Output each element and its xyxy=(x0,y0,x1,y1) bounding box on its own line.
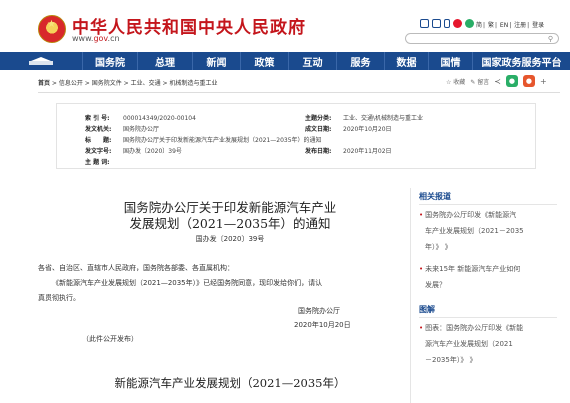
meta-date: 成文日期: 2020年10月20日 xyxy=(305,126,392,133)
article-body-line: 真贯彻执行。 xyxy=(38,294,80,302)
nav-item-national-info[interactable]: 国情 xyxy=(428,52,472,70)
favorite-button[interactable]: ☆ 收藏 xyxy=(446,77,465,86)
share-icon[interactable]: ≺ xyxy=(494,77,501,86)
home-skyline-icon xyxy=(29,57,53,65)
link-simplified[interactable]: 简 xyxy=(476,22,482,29)
sidebar-heading-related: 相关报道 xyxy=(419,192,451,201)
meta-index-no: 索 引 号: 000014349/2020-00104 xyxy=(85,115,196,122)
link-traditional[interactable]: 繁 xyxy=(488,22,494,29)
wechat-share-icon[interactable]: ● xyxy=(505,75,518,87)
mobile-icon[interactable] xyxy=(444,19,450,28)
article-public-note: （此件公开发布） xyxy=(82,335,138,343)
article-body-line: 《新能源汽车产业发展规划（2021—2035年）》已经国务院同意，现印发给你们，… xyxy=(52,279,323,287)
weibo-icon[interactable] xyxy=(453,19,462,28)
breadcrumb: 首页 > 信息公开 > 国务院文件 > 工业、交通 > 机械制造与重工业 xyxy=(38,80,218,87)
breadcrumb-item[interactable]: 信息公开 xyxy=(59,80,83,87)
site-url: www.gov.cn xyxy=(72,34,120,43)
meta-keywords: 主 题 词: xyxy=(85,159,110,166)
sidebar: 相关报道 • 国务院办公厅印发《新能源汽 车产业发展规划（2021－2035 年）… xyxy=(410,188,560,403)
nav-item-state-council[interactable]: 国务院 xyxy=(82,52,137,70)
sidebar-related-link[interactable]: • 未来15年 新能源汽车产业如何 发展？ xyxy=(419,261,559,293)
article-addressee: 各省、自治区、直辖市人民政府，国务院各部委、各直属机构： xyxy=(38,264,234,272)
mail-icon[interactable] xyxy=(420,19,429,28)
nav-item-news[interactable]: 新闻 xyxy=(192,52,240,70)
more-share-icon[interactable]: + xyxy=(540,77,547,86)
link-register[interactable]: 注册 xyxy=(514,22,526,29)
nav-home-button[interactable] xyxy=(0,52,82,70)
comment-button[interactable]: ✎ 留言 xyxy=(470,77,489,86)
meta-category: 主题分类: 工业、交通\机械制造与重工业 xyxy=(305,115,424,122)
sidebar-heading-graphic: 图解 xyxy=(419,305,435,314)
wechat-icon[interactable] xyxy=(465,19,474,28)
nav-item-service-platform[interactable]: 国家政务服务平台 xyxy=(472,52,570,70)
sidebar-graphic-link[interactable]: • 图表：国务院办公厅印发《新能 源汽车产业发展规划（2021 －2035年）》 … xyxy=(419,320,559,368)
nav-item-premier[interactable]: 总理 xyxy=(137,52,192,70)
main-nav: 国务院 总理 新闻 政策 互动 服务 数据 国情 国家政务服务平台 xyxy=(0,52,570,70)
breadcrumb-item[interactable]: 机械制造与重工业 xyxy=(169,80,217,87)
weibo-share-icon[interactable]: ● xyxy=(522,75,535,87)
nav-item-policy[interactable]: 政策 xyxy=(240,52,288,70)
divider xyxy=(38,92,560,93)
meta-issuer: 发文机关: 国务院办公厅 xyxy=(85,126,160,133)
breadcrumb-home[interactable]: 首页 xyxy=(38,80,50,87)
breadcrumb-item[interactable]: 国务院文件 xyxy=(92,80,122,87)
article-doc-number: 国办发〔2020〕39号 xyxy=(195,235,265,243)
nav-item-interaction[interactable]: 互动 xyxy=(288,52,336,70)
meta-pubdate: 发布日期: 2020年11月02日 xyxy=(305,148,392,155)
language-links: 简| 繁| EN| 注册| 登录 xyxy=(476,22,545,29)
breadcrumb-item[interactable]: 工业、交通 xyxy=(131,80,161,87)
meta-subject: 标 题: 国务院办公厅关于印发新能源汽车产业发展规划（2021—2035年）的通知 xyxy=(85,137,322,144)
link-login[interactable]: 登录 xyxy=(532,22,544,29)
meta-docno: 发文字号: 国办发〔2020〕39号 xyxy=(85,148,182,155)
search-icon[interactable]: ⚲ xyxy=(548,35,553,43)
article-sign-date: 2020年10月20日 xyxy=(294,321,351,329)
desktop-icon[interactable] xyxy=(432,19,441,28)
article-signer: 国务院办公厅 xyxy=(298,307,340,315)
top-icon-bar xyxy=(420,19,474,28)
divider xyxy=(419,204,557,205)
nav-item-data[interactable]: 数据 xyxy=(384,52,428,70)
divider xyxy=(419,317,557,318)
national-emblem-icon[interactable] xyxy=(38,15,66,43)
document-meta-table: 索 引 号: 000014349/2020-00104 主题分类: 工业、交通\机械… xyxy=(56,103,536,169)
site-header: 中华人民共和国中央人民政府 www.gov.cn 简| 繁| EN| 注册| 登… xyxy=(0,0,570,52)
article-title: 国务院办公厅关于印发新能源汽车产业 发展规划（2021—2035年）的通知 xyxy=(123,200,337,231)
link-english[interactable]: EN xyxy=(500,22,508,29)
article-section-title: 新能源汽车产业发展规划（2021—2035年） xyxy=(114,376,346,390)
sidebar-related-link[interactable]: • 国务院办公厅印发《新能源汽 车产业发展规划（2021－2035 年）》 》 xyxy=(419,207,559,255)
search-input[interactable]: ⚲ xyxy=(405,33,559,44)
page-tools: ☆ 收藏 ✎ 留言 ≺ ● ● + xyxy=(446,75,547,87)
nav-item-services[interactable]: 服务 xyxy=(336,52,384,70)
